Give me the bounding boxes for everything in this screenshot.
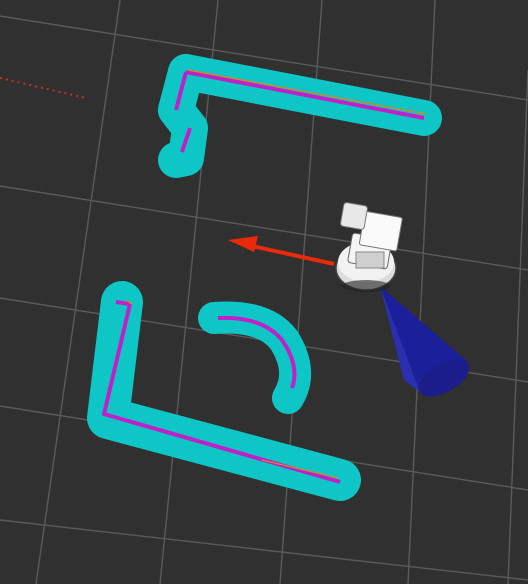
- scene-canvas[interactable]: [0, 0, 528, 584]
- sensor-cone: [380, 286, 470, 397]
- axis-trail: [0, 77, 87, 99]
- heading-arrow: [228, 236, 335, 266]
- robot-model[interactable]: [335, 202, 403, 292]
- rviz-3d-view[interactable]: [0, 0, 528, 584]
